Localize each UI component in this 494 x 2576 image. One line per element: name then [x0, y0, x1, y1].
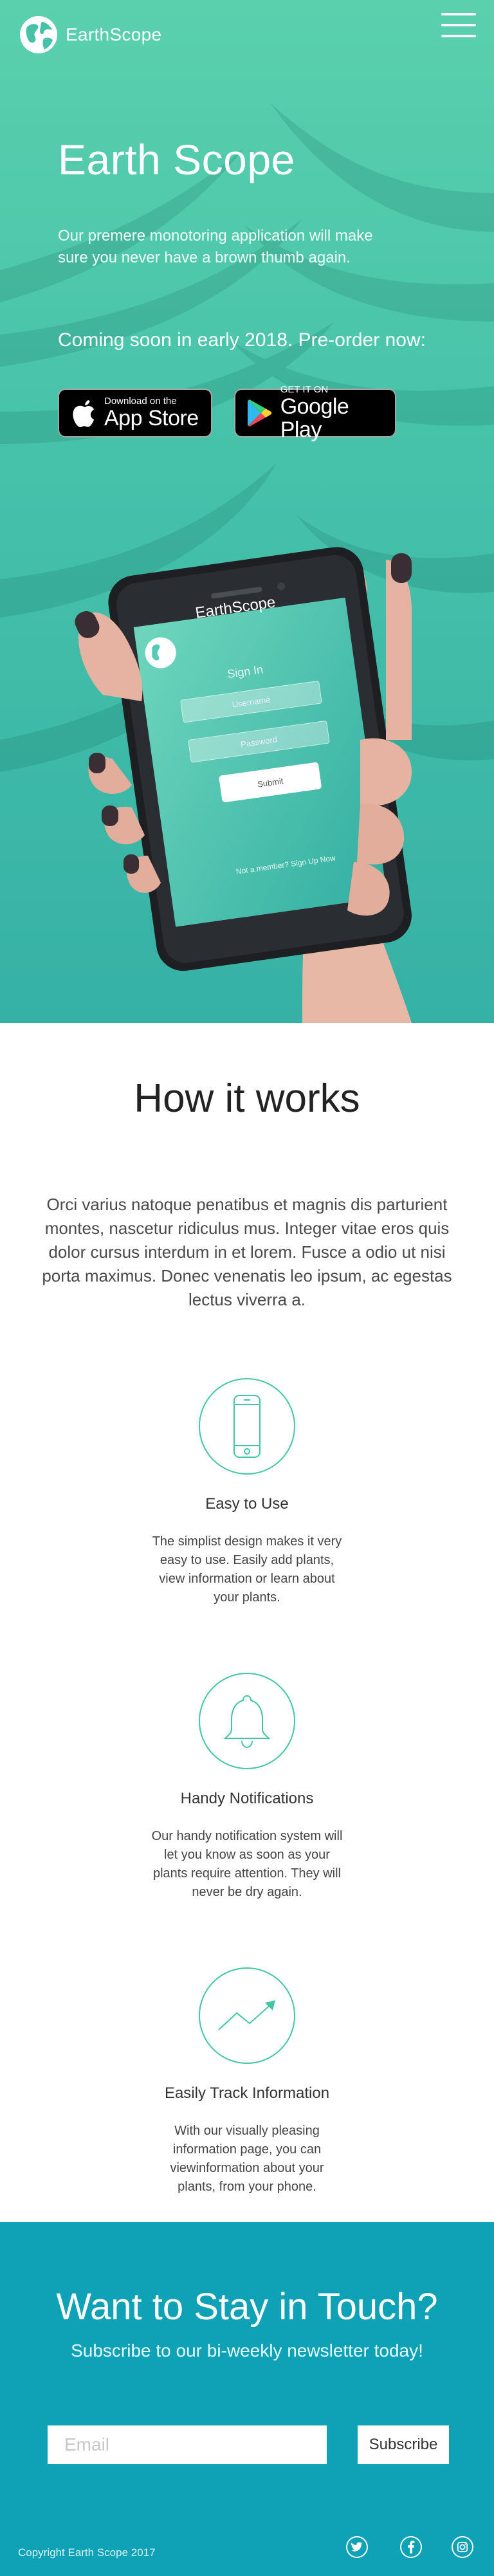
- hero-title: Earth Scope: [58, 136, 295, 183]
- bell-icon: [223, 1695, 271, 1749]
- newsletter-title: Want to Stay in Touch?: [56, 2286, 438, 2328]
- app-store-small-label: Download on the: [104, 396, 177, 407]
- feature-title: Handy Notifications: [180, 1790, 314, 1807]
- feature-text: With our visually pleasing information p…: [170, 2124, 324, 2194]
- feature-text: The simplist design makes it very easy t…: [152, 1534, 342, 1605]
- app-store-label: App Store: [104, 406, 199, 430]
- feature-icon-circle: [199, 1967, 295, 2064]
- coming-soon-text: Coming soon in early 2018. Pre-order now…: [58, 329, 426, 351]
- hero-description: Our premere monotoring application will …: [58, 227, 373, 266]
- google-play-button[interactable]: GET IT ON Google Play: [234, 385, 396, 441]
- subscribe-button[interactable]: Subscribe: [358, 2425, 449, 2464]
- smartphone-icon: [233, 1395, 261, 1458]
- brand-logo[interactable]: EarthScope: [18, 14, 161, 55]
- trend-arrow-icon: [218, 2000, 275, 2030]
- app-store-button[interactable]: Download on the App Store: [58, 389, 212, 437]
- facebook-icon[interactable]: [400, 2536, 422, 2558]
- feature-text: Our handy notification system will let y…: [151, 1829, 343, 1899]
- instagram-icon[interactable]: [452, 2536, 473, 2558]
- apple-icon: [73, 400, 94, 427]
- feature-title: Easy to Use: [205, 1495, 289, 1513]
- feature-icon-circle: [199, 1378, 295, 1475]
- hamburger-menu-icon[interactable]: [441, 13, 476, 39]
- newsletter-section: Want to Stay in Touch? Subscribe to our …: [0, 2222, 494, 2576]
- twitter-icon[interactable]: [346, 2536, 368, 2558]
- feature-title: Easily Track Information: [164, 2084, 330, 2102]
- globe-icon: [20, 16, 57, 53]
- email-input[interactable]: [48, 2425, 327, 2464]
- google-play-label: Google Play: [280, 394, 349, 442]
- hero-section: EarthScope Earth Scope Our premere monot…: [0, 0, 494, 1023]
- feature-icon-circle: [199, 1673, 295, 1769]
- how-it-works-title: How it works: [134, 1076, 360, 1121]
- newsletter-subtitle: Subscribe to our bi-weekly newsletter to…: [71, 2341, 423, 2360]
- google-play-icon: [247, 400, 272, 427]
- brand-name: EarthScope: [66, 24, 162, 44]
- how-it-works-description: Orci varius natoque penatibus et magnis …: [42, 1195, 452, 1309]
- top-navigation: EarthScope: [0, 0, 494, 64]
- google-play-small-label: GET IT ON: [280, 384, 329, 395]
- copyright-text: Copyright Earth Scope 2017: [18, 2546, 156, 2559]
